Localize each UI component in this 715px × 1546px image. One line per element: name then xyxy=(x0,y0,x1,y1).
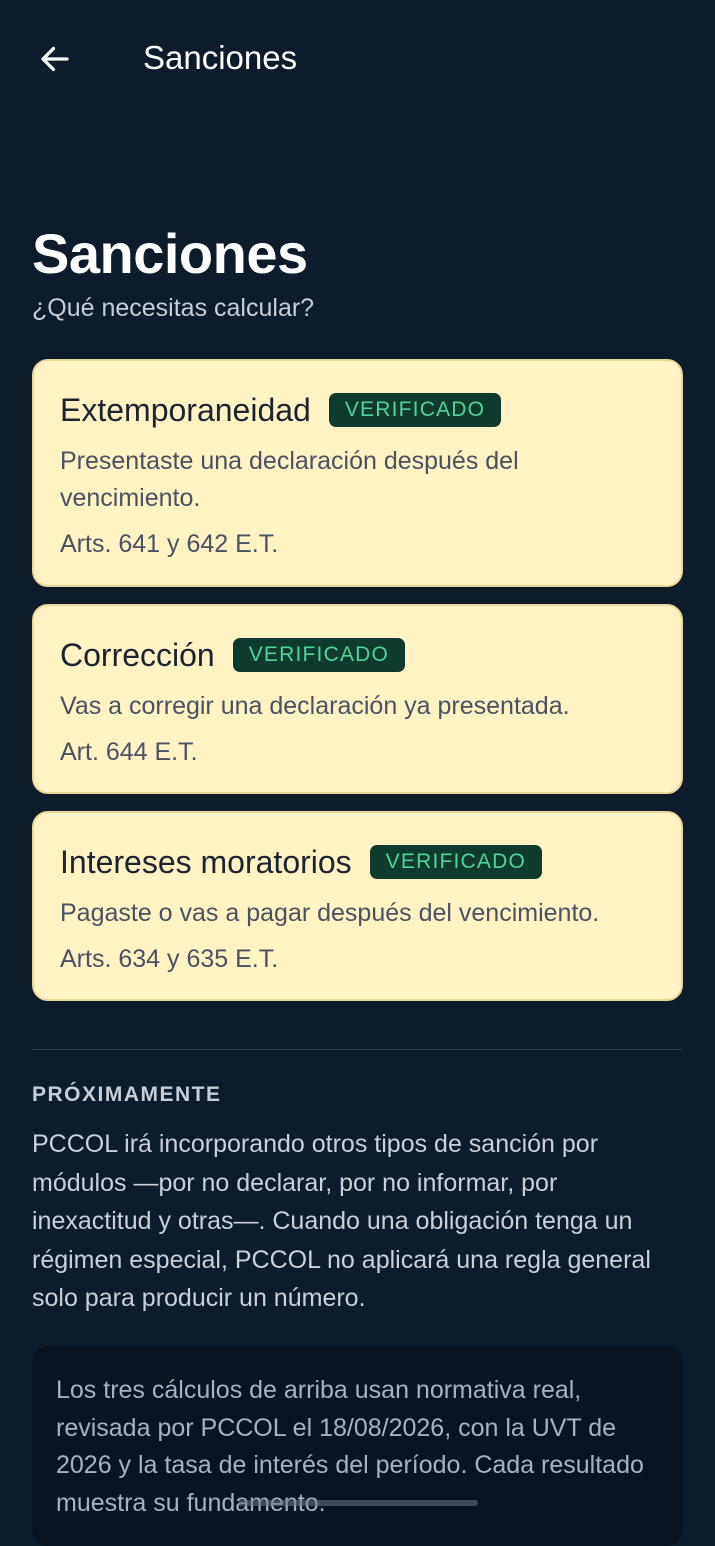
scroll-indicator xyxy=(238,1500,478,1506)
card-extemporaneidad[interactable]: Extemporaneidad VERIFICADO Presentaste u… xyxy=(32,359,683,587)
verified-badge: VERIFICADO xyxy=(369,845,543,879)
card-description: Presentaste una declaración después del … xyxy=(60,447,519,512)
card-title: Extemporaneidad xyxy=(60,392,311,428)
card-reference: Arts. 641 y 642 E.T. xyxy=(60,530,279,558)
card-correccion[interactable]: Corrección VERIFICADO Vas a corregir una… xyxy=(32,604,683,794)
card-title: Intereses moratorios xyxy=(60,844,352,880)
app-bar-title: Sanciones xyxy=(143,39,298,76)
card-description: Pagaste o vas a pagar después del vencim… xyxy=(60,899,600,927)
upcoming-text: PCCOL irá incorporando otros tipos de sa… xyxy=(32,1130,651,1312)
card-reference: Arts. 634 y 635 E.T. xyxy=(60,945,279,973)
section-divider xyxy=(32,1049,683,1050)
verified-badge: VERIFICADO xyxy=(232,638,406,672)
arrow-left-icon xyxy=(41,46,69,72)
verified-badge: VERIFICADO xyxy=(328,393,502,427)
app-bar: Sanciones xyxy=(0,0,715,116)
card-reference: Art. 644 E.T. xyxy=(60,738,198,766)
back-button[interactable] xyxy=(30,34,80,84)
card-title: Corrección xyxy=(60,637,215,673)
card-intereses-moratorios[interactable]: Intereses moratorios VERIFICADO Pagaste … xyxy=(32,811,683,1001)
upcoming-label: PRÓXIMAMENTE xyxy=(32,1083,222,1106)
page-title: Sanciones xyxy=(32,222,308,285)
card-description: Vas a corregir una declaración ya presen… xyxy=(60,692,570,720)
card-header: Extemporaneidad VERIFICADO xyxy=(60,387,655,433)
info-note: Los tres cálculos de arriba usan normati… xyxy=(32,1346,683,1546)
card-header: Corrección VERIFICADO xyxy=(60,632,655,678)
page-subtitle: ¿Qué necesitas calcular? xyxy=(32,294,315,322)
card-header: Intereses moratorios VERIFICADO xyxy=(60,839,655,885)
